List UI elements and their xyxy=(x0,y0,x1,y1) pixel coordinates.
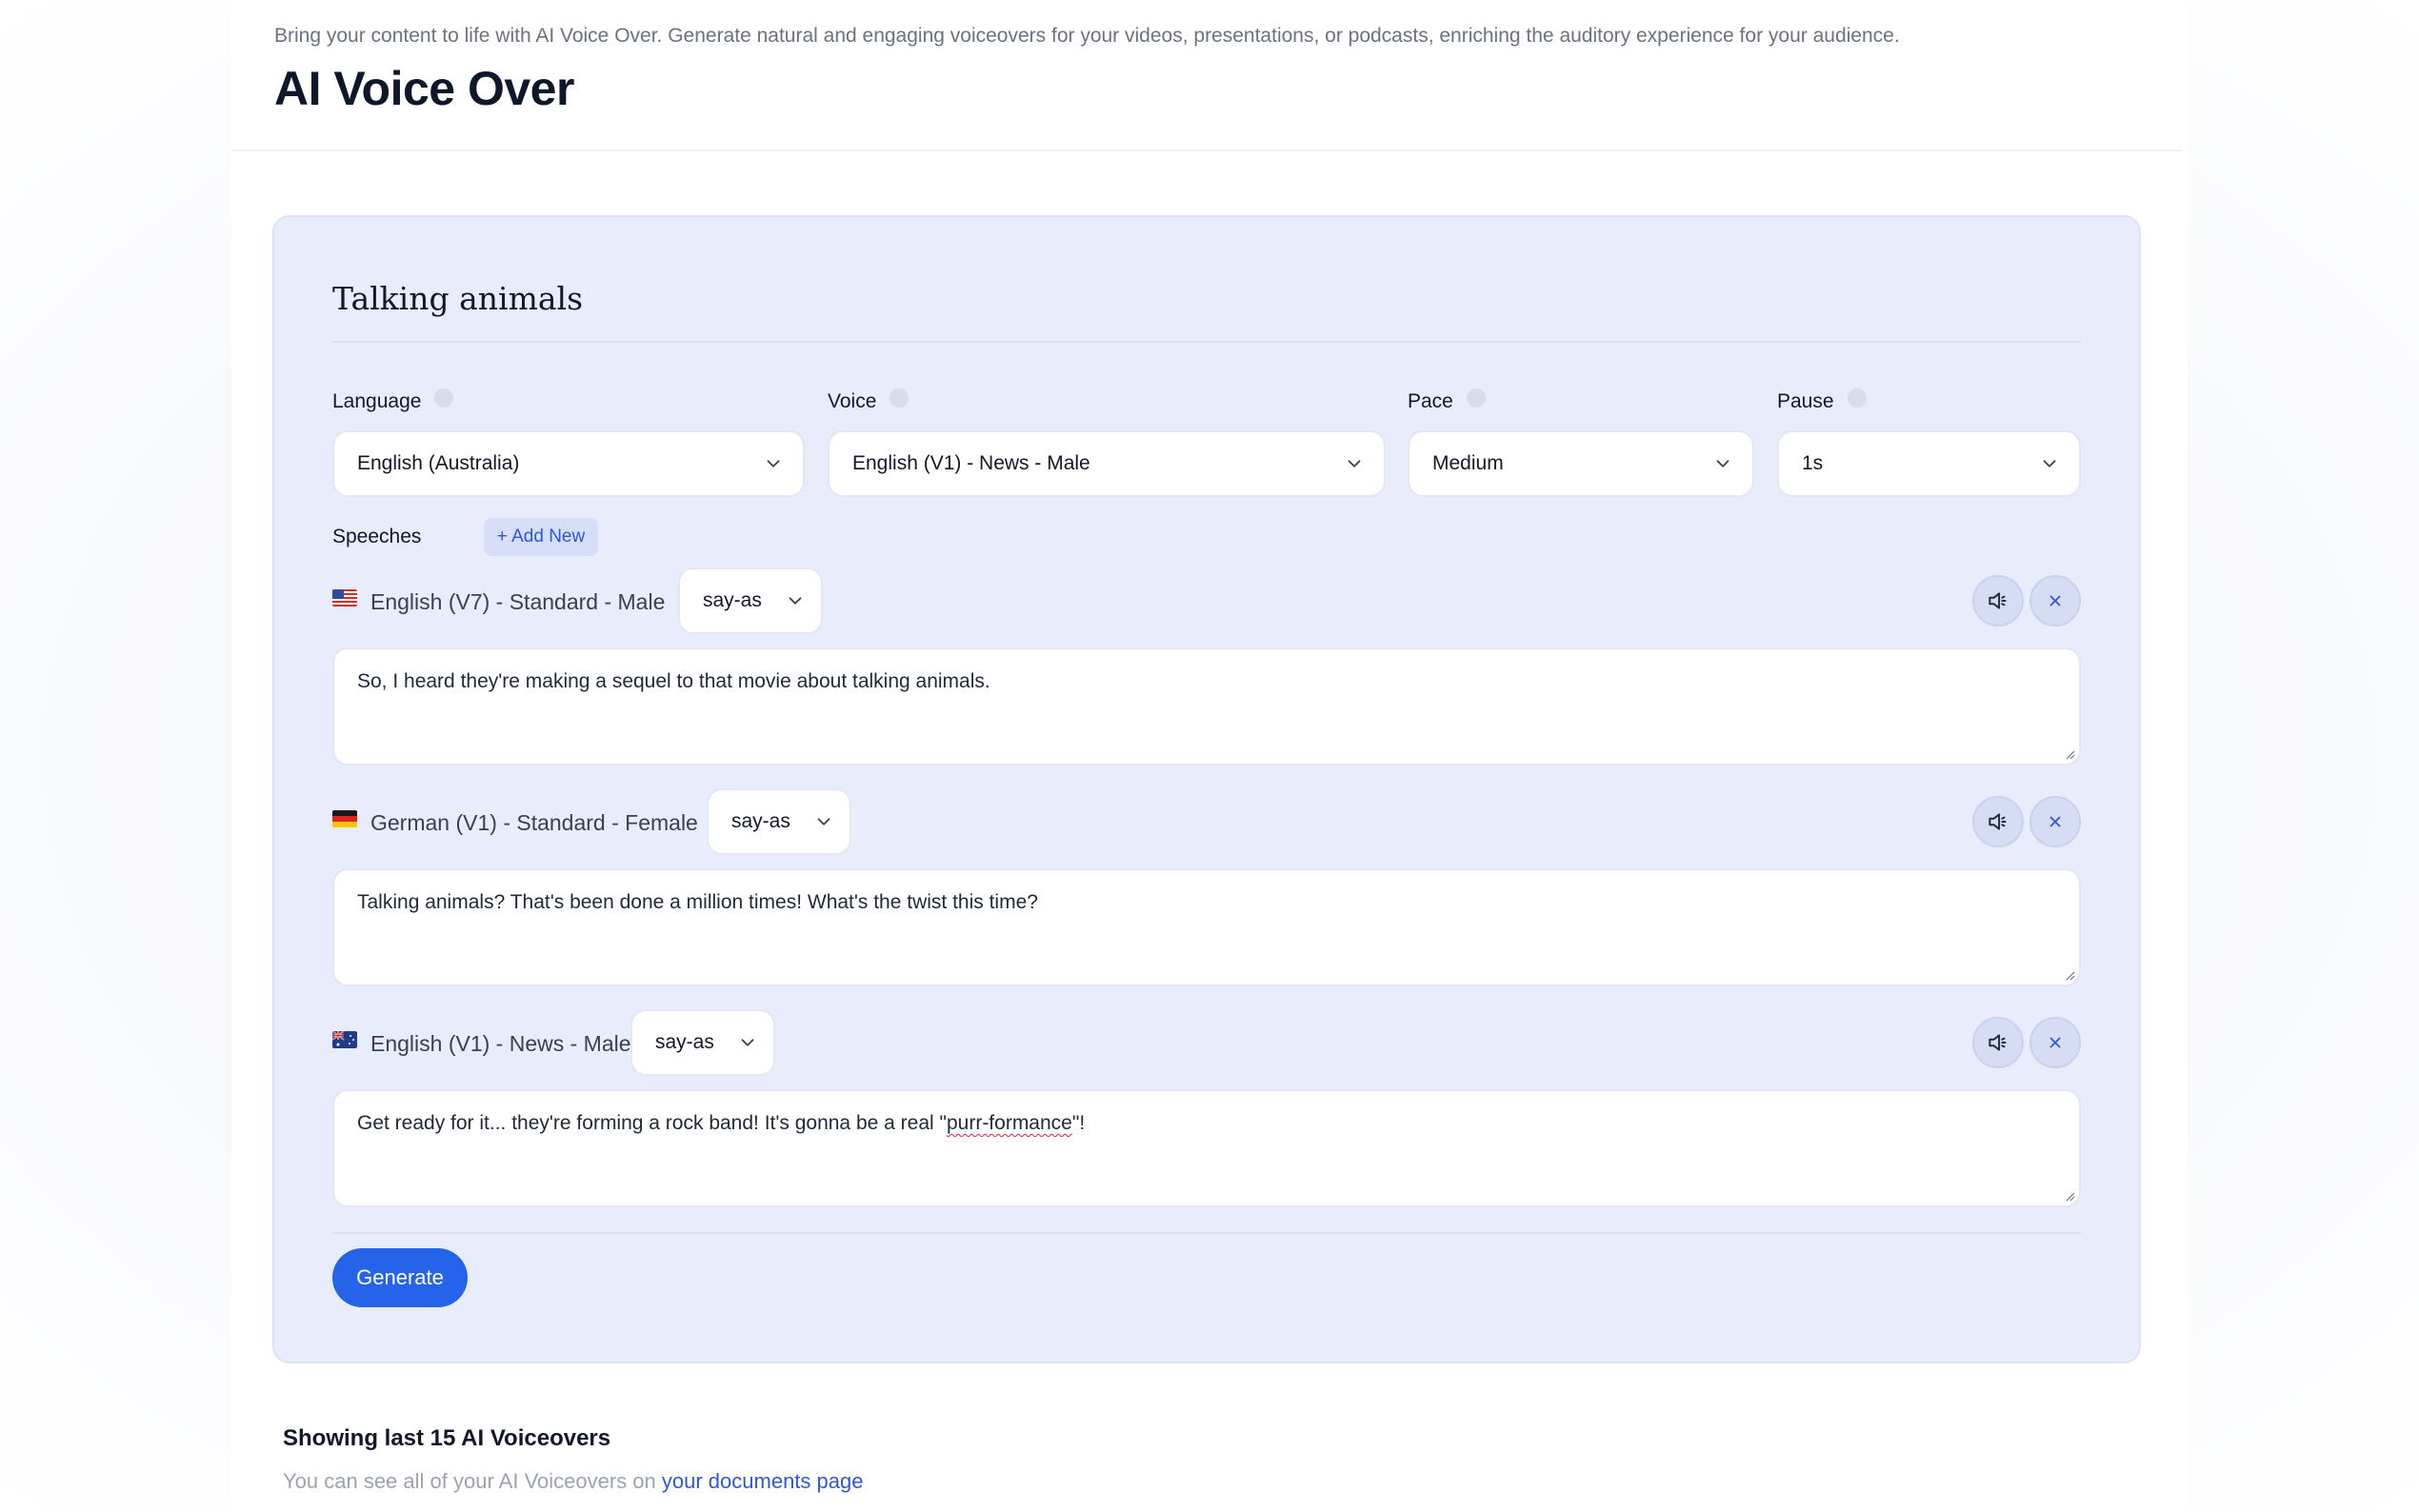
page-title: AI Voice Over xyxy=(274,62,574,115)
close-icon xyxy=(2049,1037,2061,1048)
speech-textarea[interactable]: So, I heard they're making a sequel to t… xyxy=(332,647,2081,766)
pace-label: Pace xyxy=(1408,388,1486,413)
history-title: Showing last 15 AI Voiceovers xyxy=(283,1425,611,1451)
divider xyxy=(332,1232,2081,1234)
resize-handle-icon[interactable] xyxy=(2064,1190,2075,1202)
voice-select[interactable]: English (V1) - News - Male xyxy=(828,430,1386,497)
project-title[interactable]: Talking animals xyxy=(332,280,583,317)
pause-label: Pause xyxy=(1777,388,1867,413)
remove-speech-button[interactable] xyxy=(2029,796,2081,847)
speech-voice-name: English (V1) - News - Male xyxy=(370,1031,631,1056)
info-icon[interactable] xyxy=(1847,388,1867,408)
documents-page-link[interactable]: your documents page xyxy=(662,1469,864,1493)
play-speech-button[interactable] xyxy=(1972,796,2024,847)
speech-item: English (V7) - Standard - Male say-as xyxy=(332,567,2081,634)
speech-item: English (V1) - News - Male say-as xyxy=(332,1009,2081,1076)
page: Bring your content to life with AI Voice… xyxy=(231,0,2188,1512)
info-icon[interactable] xyxy=(434,388,454,408)
speech-textarea[interactable]: Talking animals? That's been done a mill… xyxy=(332,868,2081,986)
chevron-down-icon xyxy=(741,1039,754,1046)
chevron-down-icon xyxy=(1716,460,1729,468)
resize-handle-icon[interactable] xyxy=(2064,748,2075,760)
page-header: Bring your content to life with AI Voice… xyxy=(231,0,2182,151)
add-new-speech-button[interactable]: + Add New xyxy=(484,518,598,556)
history-subtitle: You can see all of your AI Voiceovers on… xyxy=(283,1469,864,1493)
language-select[interactable]: English (Australia) xyxy=(332,430,805,497)
resize-handle-icon[interactable] xyxy=(2064,969,2075,981)
chevron-down-icon xyxy=(767,460,780,468)
de-flag-icon xyxy=(332,810,357,827)
language-label: Language xyxy=(332,388,454,413)
speech-voice-name: German (V1) - Standard - Female xyxy=(370,810,698,835)
speaker-icon xyxy=(1989,592,2007,609)
chevron-down-icon xyxy=(2043,460,2056,468)
speeches-label: Speeches xyxy=(332,526,422,547)
speaker-icon xyxy=(1989,1034,2007,1051)
say-as-select[interactable]: say-as xyxy=(630,1009,775,1076)
voiceover-project-card: Talking animals Language English (Austra… xyxy=(272,215,2141,1363)
page-subtitle: Bring your content to life with AI Voice… xyxy=(274,25,1900,47)
remove-speech-button[interactable] xyxy=(2029,575,2081,627)
speech-textarea[interactable]: Get ready for it... they're forming a ro… xyxy=(332,1089,2081,1207)
say-as-select[interactable]: say-as xyxy=(707,788,851,855)
chevron-down-icon xyxy=(789,597,802,605)
chevron-down-icon xyxy=(817,818,830,826)
pause-select[interactable]: 1s xyxy=(1777,430,2081,497)
say-as-select[interactable]: say-as xyxy=(678,567,823,634)
voice-label: Voice xyxy=(828,388,910,413)
play-speech-button[interactable] xyxy=(1972,1017,2024,1068)
speaker-icon xyxy=(1989,813,2007,830)
pace-select[interactable]: Medium xyxy=(1408,430,1754,497)
info-icon[interactable] xyxy=(1466,388,1486,408)
close-icon xyxy=(2049,595,2061,607)
close-icon xyxy=(2049,816,2061,827)
generate-button[interactable]: Generate xyxy=(332,1248,468,1307)
play-speech-button[interactable] xyxy=(1972,575,2024,627)
us-flag-icon xyxy=(332,589,357,607)
info-icon[interactable] xyxy=(890,388,910,408)
speech-item: German (V1) - Standard - Female say-as xyxy=(332,788,2081,855)
chevron-down-icon xyxy=(1348,460,1361,468)
divider xyxy=(332,341,2081,343)
remove-speech-button[interactable] xyxy=(2029,1017,2081,1068)
misspelled-word: purr-formance xyxy=(946,1112,1072,1134)
speech-voice-name: English (V7) - Standard - Male xyxy=(370,589,666,614)
au-flag-icon xyxy=(332,1031,357,1048)
